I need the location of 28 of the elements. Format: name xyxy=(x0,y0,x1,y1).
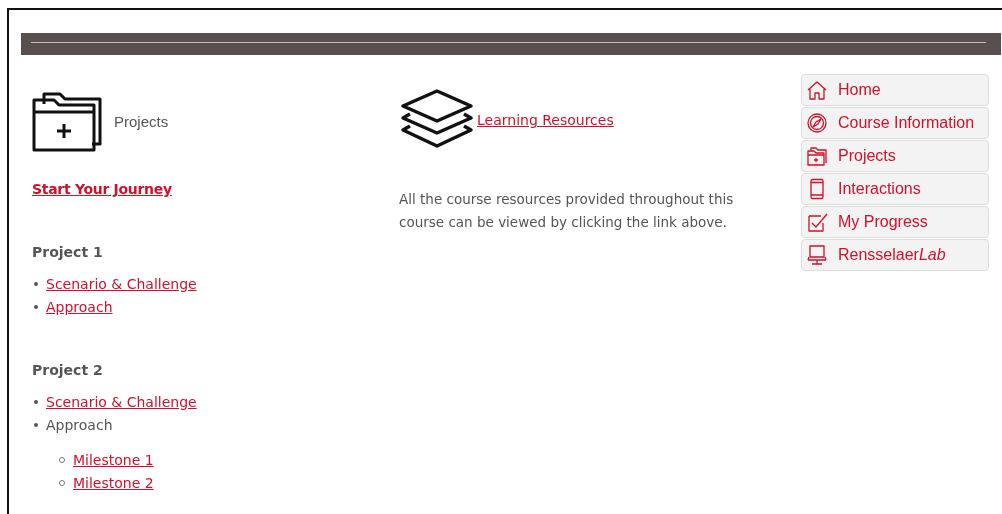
nav-button[interactable]: Home xyxy=(801,74,989,106)
project-heading: Project 1 xyxy=(32,244,104,260)
link[interactable]: Scenario & Challenge xyxy=(46,393,197,410)
list-text: Approach xyxy=(46,416,113,433)
nav-button[interactable]: RensselaerLab xyxy=(801,239,989,271)
start-link[interactable]: Start Your Journey xyxy=(32,181,172,197)
computer-icon xyxy=(806,244,828,266)
project-heading: Project 2 xyxy=(32,362,104,378)
home-icon xyxy=(806,79,828,101)
folder-icon xyxy=(806,145,828,167)
link[interactable]: Scenario & Challenge xyxy=(46,275,197,292)
nav-button[interactable]: Course Information xyxy=(801,107,989,139)
link[interactable]: Milestone 2 xyxy=(73,474,154,491)
nav-button[interactable]: Projects xyxy=(801,140,989,172)
nav-button[interactable]: Interactions xyxy=(801,173,989,205)
link[interactable]: Milestone 1 xyxy=(73,451,154,468)
bullet-icon xyxy=(34,304,38,309)
checkbox-icon xyxy=(806,211,828,233)
bullet-icon xyxy=(34,281,38,286)
section-title: Projects xyxy=(114,112,169,130)
bullet-icon xyxy=(34,422,38,427)
resources-link[interactable]: Learning Resources xyxy=(477,112,614,128)
bullet-icon xyxy=(34,399,38,404)
folder-icon xyxy=(32,90,104,152)
nav-button[interactable]: My Progress xyxy=(801,206,989,238)
compass-icon xyxy=(806,112,828,134)
link[interactable]: Approach xyxy=(46,298,113,315)
description-text: All the course resources provided throughout this course can be viewed by clicking the link above. xyxy=(399,190,735,232)
